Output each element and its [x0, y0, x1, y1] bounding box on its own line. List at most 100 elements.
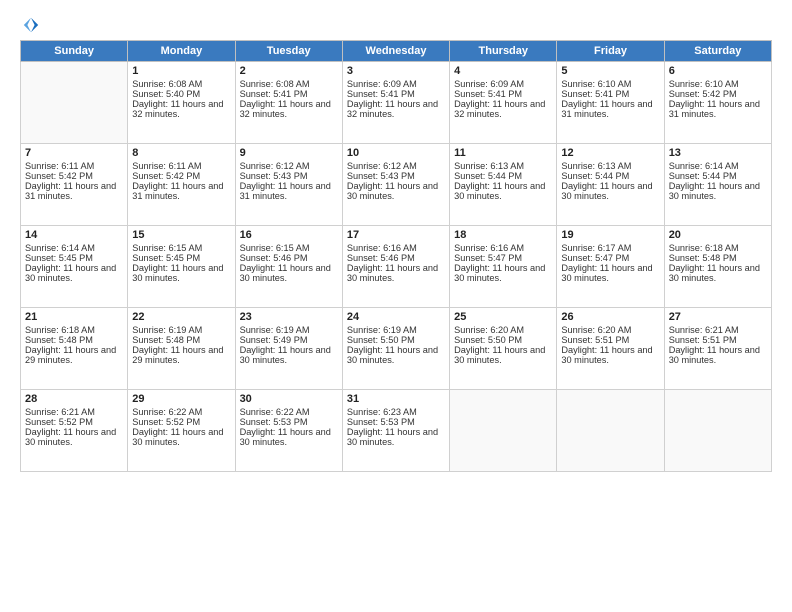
daylight-text: Daylight: 11 hours and 30 minutes. — [454, 345, 552, 365]
sunset-text: Sunset: 5:48 PM — [669, 253, 767, 263]
daylight-text: Daylight: 11 hours and 30 minutes. — [669, 345, 767, 365]
day-number: 30 — [240, 393, 338, 405]
calendar-cell: 13Sunrise: 6:14 AMSunset: 5:44 PMDayligh… — [664, 144, 771, 226]
calendar-header-friday: Friday — [557, 41, 664, 62]
sunset-text: Sunset: 5:46 PM — [240, 253, 338, 263]
daylight-text: Daylight: 11 hours and 30 minutes. — [132, 427, 230, 447]
daylight-text: Daylight: 11 hours and 32 minutes. — [347, 99, 445, 119]
header — [20, 16, 772, 34]
sunrise-text: Sunrise: 6:16 AM — [347, 243, 445, 253]
logo-icon — [22, 16, 40, 34]
day-number: 5 — [561, 65, 659, 77]
sunrise-text: Sunrise: 6:10 AM — [669, 79, 767, 89]
daylight-text: Daylight: 11 hours and 32 minutes. — [132, 99, 230, 119]
sunrise-text: Sunrise: 6:15 AM — [240, 243, 338, 253]
calendar-week-row: 14Sunrise: 6:14 AMSunset: 5:45 PMDayligh… — [21, 226, 772, 308]
daylight-text: Daylight: 11 hours and 30 minutes. — [347, 427, 445, 447]
sunset-text: Sunset: 5:53 PM — [240, 417, 338, 427]
sunrise-text: Sunrise: 6:14 AM — [25, 243, 123, 253]
sunset-text: Sunset: 5:41 PM — [454, 89, 552, 99]
calendar-header-thursday: Thursday — [450, 41, 557, 62]
calendar-cell: 29Sunrise: 6:22 AMSunset: 5:52 PMDayligh… — [128, 390, 235, 472]
sunset-text: Sunset: 5:42 PM — [132, 171, 230, 181]
day-number: 10 — [347, 147, 445, 159]
sunrise-text: Sunrise: 6:23 AM — [347, 407, 445, 417]
daylight-text: Daylight: 11 hours and 31 minutes. — [132, 181, 230, 201]
daylight-text: Daylight: 11 hours and 30 minutes. — [347, 263, 445, 283]
daylight-text: Daylight: 11 hours and 29 minutes. — [25, 345, 123, 365]
day-number: 25 — [454, 311, 552, 323]
calendar-cell: 27Sunrise: 6:21 AMSunset: 5:51 PMDayligh… — [664, 308, 771, 390]
day-number: 1 — [132, 65, 230, 77]
sunset-text: Sunset: 5:50 PM — [347, 335, 445, 345]
sunrise-text: Sunrise: 6:11 AM — [132, 161, 230, 171]
sunrise-text: Sunrise: 6:19 AM — [240, 325, 338, 335]
day-number: 9 — [240, 147, 338, 159]
day-number: 28 — [25, 393, 123, 405]
calendar-header-tuesday: Tuesday — [235, 41, 342, 62]
sunset-text: Sunset: 5:51 PM — [561, 335, 659, 345]
calendar-cell: 9Sunrise: 6:12 AMSunset: 5:43 PMDaylight… — [235, 144, 342, 226]
sunset-text: Sunset: 5:49 PM — [240, 335, 338, 345]
daylight-text: Daylight: 11 hours and 29 minutes. — [132, 345, 230, 365]
daylight-text: Daylight: 11 hours and 30 minutes. — [25, 263, 123, 283]
sunrise-text: Sunrise: 6:16 AM — [454, 243, 552, 253]
calendar-cell: 6Sunrise: 6:10 AMSunset: 5:42 PMDaylight… — [664, 62, 771, 144]
calendar-cell: 24Sunrise: 6:19 AMSunset: 5:50 PMDayligh… — [342, 308, 449, 390]
day-number: 24 — [347, 311, 445, 323]
sunset-text: Sunset: 5:47 PM — [454, 253, 552, 263]
sunset-text: Sunset: 5:45 PM — [25, 253, 123, 263]
day-number: 17 — [347, 229, 445, 241]
daylight-text: Daylight: 11 hours and 30 minutes. — [25, 427, 123, 447]
sunset-text: Sunset: 5:45 PM — [132, 253, 230, 263]
calendar-cell: 21Sunrise: 6:18 AMSunset: 5:48 PMDayligh… — [21, 308, 128, 390]
daylight-text: Daylight: 11 hours and 30 minutes. — [561, 263, 659, 283]
daylight-text: Daylight: 11 hours and 32 minutes. — [240, 99, 338, 119]
day-number: 6 — [669, 65, 767, 77]
calendar-table: SundayMondayTuesdayWednesdayThursdayFrid… — [20, 40, 772, 472]
day-number: 16 — [240, 229, 338, 241]
sunrise-text: Sunrise: 6:18 AM — [669, 243, 767, 253]
calendar-cell: 26Sunrise: 6:20 AMSunset: 5:51 PMDayligh… — [557, 308, 664, 390]
calendar-week-row: 28Sunrise: 6:21 AMSunset: 5:52 PMDayligh… — [21, 390, 772, 472]
day-number: 29 — [132, 393, 230, 405]
daylight-text: Daylight: 11 hours and 30 minutes. — [347, 181, 445, 201]
sunset-text: Sunset: 5:52 PM — [132, 417, 230, 427]
sunrise-text: Sunrise: 6:10 AM — [561, 79, 659, 89]
calendar-header-sunday: Sunday — [21, 41, 128, 62]
sunset-text: Sunset: 5:42 PM — [669, 89, 767, 99]
calendar-cell — [557, 390, 664, 472]
day-number: 12 — [561, 147, 659, 159]
calendar-week-row: 1Sunrise: 6:08 AMSunset: 5:40 PMDaylight… — [21, 62, 772, 144]
sunrise-text: Sunrise: 6:09 AM — [347, 79, 445, 89]
day-number: 27 — [669, 311, 767, 323]
day-number: 2 — [240, 65, 338, 77]
daylight-text: Daylight: 11 hours and 30 minutes. — [454, 263, 552, 283]
calendar-header-monday: Monday — [128, 41, 235, 62]
sunrise-text: Sunrise: 6:22 AM — [240, 407, 338, 417]
daylight-text: Daylight: 11 hours and 31 minutes. — [240, 181, 338, 201]
daylight-text: Daylight: 11 hours and 30 minutes. — [454, 181, 552, 201]
day-number: 14 — [25, 229, 123, 241]
daylight-text: Daylight: 11 hours and 31 minutes. — [25, 181, 123, 201]
daylight-text: Daylight: 11 hours and 30 minutes. — [561, 181, 659, 201]
sunrise-text: Sunrise: 6:19 AM — [132, 325, 230, 335]
sunrise-text: Sunrise: 6:08 AM — [132, 79, 230, 89]
sunrise-text: Sunrise: 6:20 AM — [561, 325, 659, 335]
sunset-text: Sunset: 5:44 PM — [454, 171, 552, 181]
sunrise-text: Sunrise: 6:14 AM — [669, 161, 767, 171]
daylight-text: Daylight: 11 hours and 30 minutes. — [132, 263, 230, 283]
calendar-cell — [664, 390, 771, 472]
sunrise-text: Sunrise: 6:11 AM — [25, 161, 123, 171]
daylight-text: Daylight: 11 hours and 30 minutes. — [347, 345, 445, 365]
sunrise-text: Sunrise: 6:17 AM — [561, 243, 659, 253]
calendar-header-row: SundayMondayTuesdayWednesdayThursdayFrid… — [21, 41, 772, 62]
calendar-cell: 22Sunrise: 6:19 AMSunset: 5:48 PMDayligh… — [128, 308, 235, 390]
sunrise-text: Sunrise: 6:13 AM — [454, 161, 552, 171]
calendar-cell — [21, 62, 128, 144]
calendar-cell: 19Sunrise: 6:17 AMSunset: 5:47 PMDayligh… — [557, 226, 664, 308]
sunrise-text: Sunrise: 6:18 AM — [25, 325, 123, 335]
day-number: 22 — [132, 311, 230, 323]
daylight-text: Daylight: 11 hours and 32 minutes. — [454, 99, 552, 119]
sunrise-text: Sunrise: 6:15 AM — [132, 243, 230, 253]
